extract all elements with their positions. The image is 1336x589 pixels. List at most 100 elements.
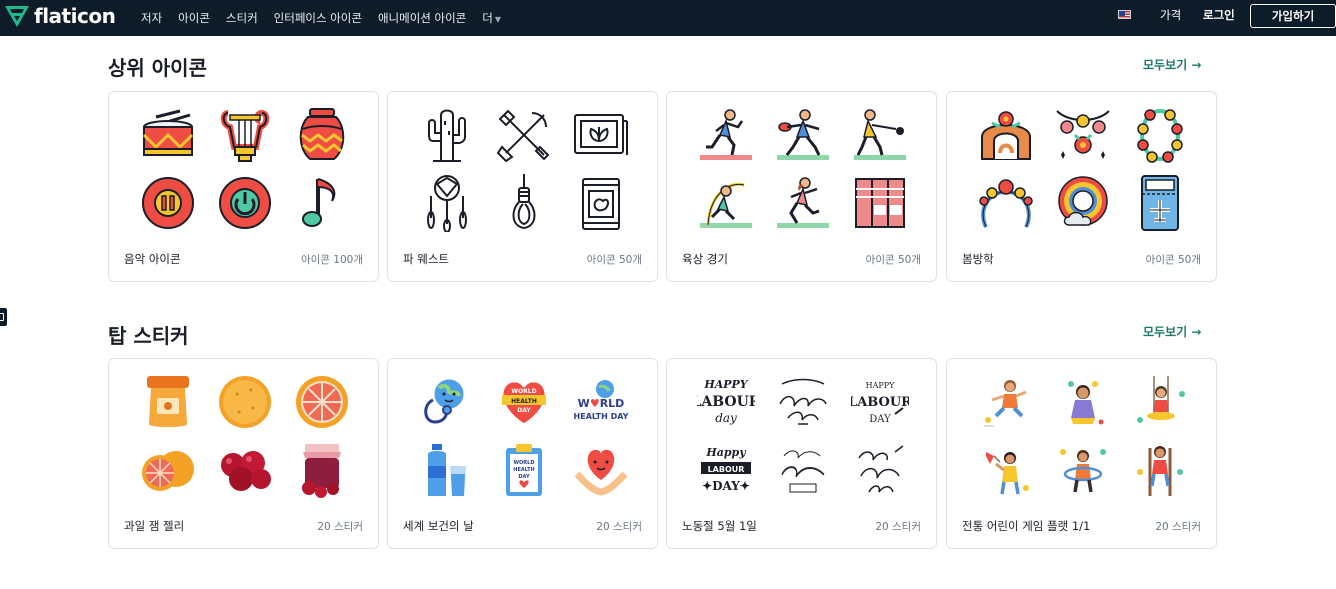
stilts-kid-sticker — [1121, 437, 1198, 503]
us-flag-icon[interactable] — [1118, 10, 1131, 19]
flower-lei-icon — [1121, 100, 1198, 170]
vase-icon — [283, 100, 360, 170]
lettering-happy: HAPPY — [703, 378, 748, 391]
card-title: 전통 어린이 게임 플랫 1/1 — [962, 519, 1091, 533]
earth-stethoscope-sticker — [408, 367, 485, 437]
chevron-down-icon: ▼ — [494, 15, 502, 24]
runner-icon — [687, 100, 764, 170]
top-stickers-title: 탑 스티커 — [108, 324, 189, 348]
discus-thrower-icon — [764, 100, 841, 170]
flower-garland-icon — [1044, 100, 1121, 170]
sticker-pack-card-fruit-jam[interactable]: 과일 잼 젤리 20 스티커 — [108, 358, 379, 549]
feedback-tab[interactable] — [0, 308, 7, 326]
happy-labour-day-4-sticker: Happy LABOUR ✦DAY✦ — [687, 437, 764, 503]
card-title: 과일 잼 젤리 — [124, 519, 185, 533]
svg-text:DAY: DAY — [518, 474, 530, 480]
crossed-shovel-pickaxe-icon — [485, 100, 562, 170]
clipboard-sticker: WORLD HEALTH DAY — [485, 437, 562, 503]
noose-icon — [485, 170, 562, 236]
pole-vaulter-icon — [687, 170, 764, 236]
card-title: 봄방학 — [962, 252, 994, 266]
nav-animated-icons[interactable]: 애니메이션 아이콘 — [378, 10, 466, 26]
world-health-day-text-sticker: W♥RLD HEALTH DAY — [562, 367, 639, 437]
bean-can-icon — [562, 170, 639, 236]
svg-text:LABOUR: LABOUR — [851, 395, 909, 410]
svg-text:HAPPY: HAPPY — [865, 381, 895, 390]
see-all-stickers-link[interactable]: 모두보기 → — [1143, 323, 1201, 340]
happy-labour-day-5-sticker — [764, 437, 841, 503]
lettering-day: day — [715, 411, 737, 425]
svg-text:W♥RLD: W♥RLD — [577, 397, 624, 410]
music-note-icon — [283, 170, 360, 236]
nav-interface-icons[interactable]: 인터페이스 아이콘 — [274, 10, 362, 26]
icon-pack-card-athletics[interactable]: 육상 경기 아이콘 50개 — [666, 91, 937, 282]
framed-plant-icon — [562, 100, 639, 170]
water-bottle-sticker — [408, 437, 485, 503]
lettering-labour: LABOUR — [697, 394, 755, 410]
flower-arch-icon — [967, 100, 1044, 170]
svg-text:HEALTH DAY: HEALTH DAY — [573, 412, 628, 421]
happy-labour-day-3-sticker: HAPPY LABOUR DAY — [841, 367, 918, 437]
icon-pack-card-music[interactable]: 음악 아이콘 아이콘 100개 — [108, 91, 379, 282]
svg-text:HEALTH: HEALTH — [511, 398, 537, 405]
svg-text:WORLD: WORLD — [511, 388, 536, 395]
sticker-pack-card-world-health-day[interactable]: WORLD HEALTH DAY W♥RLD HEALTH DAY WORLD HEAL… — [387, 358, 658, 549]
sprinter-icon — [764, 170, 841, 236]
nav-more[interactable]: 더 ▼ — [482, 10, 501, 26]
flaticon-logo-icon — [5, 6, 29, 27]
nav-authors[interactable]: 저자 — [141, 10, 162, 26]
flaticon-logo[interactable]: flaticon — [4, 4, 116, 28]
svg-text:Happy: Happy — [705, 446, 747, 459]
card-count: 아이콘 50개 — [586, 254, 642, 266]
svg-text:DAY: DAY — [517, 407, 531, 414]
top-icons-title: 상위 아이콘 — [108, 56, 207, 80]
icon-pack-card-far-west[interactable]: 파 웨스트 아이콘 50개 — [387, 91, 658, 282]
marbles-kid-sticker — [1044, 367, 1121, 437]
sticker-pack-card-labour-day[interactable]: HAPPYLABOURday HAPPYLABOURDAY HappyLABOU… — [666, 358, 937, 549]
nav-icons[interactable]: 아이콘 — [178, 10, 210, 26]
drum-icon — [129, 100, 206, 170]
card-title: 파 웨스트 — [403, 252, 449, 266]
nav-stickers[interactable]: 스티커 — [226, 10, 258, 26]
jam-jar-sticker — [129, 367, 206, 437]
power-button-icon — [206, 170, 283, 236]
pause-button-icon — [129, 170, 206, 236]
orange-sticker — [206, 367, 283, 437]
card-count: 아이콘 100개 — [300, 254, 363, 266]
grapefruit-sticker — [129, 437, 206, 503]
main-nav: 저자 아이콘 스티커 인터페이스 아이콘 애니메이션 아이콘 더 ▼ — [141, 0, 517, 36]
signup-button[interactable]: 가입하기 — [1250, 4, 1336, 28]
berry-jar-sticker — [283, 437, 360, 503]
login-link[interactable]: 로그인 — [1203, 7, 1235, 23]
svg-text:HEALTH: HEALTH — [513, 467, 534, 473]
card-count: 20 스티커 — [317, 521, 363, 533]
happy-labour-day-1-sticker: HAPPY LABOURday — [687, 367, 764, 437]
card-title: 육상 경기 — [682, 252, 728, 266]
card-count: 아이콘 50개 — [1145, 254, 1201, 266]
pricing-link[interactable]: 가격 — [1160, 7, 1181, 23]
hopscotch-kid-sticker — [967, 367, 1044, 437]
svg-text:DAY: DAY — [869, 414, 891, 425]
flower-headband-icon — [967, 170, 1044, 236]
svg-text:LABOUR: LABOUR — [707, 465, 744, 474]
icon-pack-card-spring-break[interactable]: 봄방학 아이콘 50개 — [946, 91, 1217, 282]
cactus-icon — [408, 100, 485, 170]
see-all-icons-link[interactable]: 모두보기 → — [1143, 56, 1201, 73]
svg-text:WORLD: WORLD — [513, 460, 534, 466]
nav-more-label: 더 — [482, 11, 493, 25]
card-count: 20 스티커 — [875, 521, 921, 533]
svg-text:✦DAY✦: ✦DAY✦ — [702, 479, 750, 493]
boarding-pass-icon — [1121, 170, 1198, 236]
lyre-icon — [206, 100, 283, 170]
swing-kid-sticker — [1121, 367, 1198, 437]
hoop-kid-sticker — [1044, 437, 1121, 503]
card-title: 세계 보건의 날 — [403, 519, 474, 533]
card-count: 20 스티커 — [1155, 521, 1201, 533]
hammer-thrower-icon — [841, 100, 918, 170]
card-title: 노동절 5월 1일 — [682, 519, 757, 533]
pinwheel-kid-sticker — [967, 437, 1044, 503]
happy-labour-day-2-sticker — [764, 367, 841, 437]
sticker-pack-card-traditional-games[interactable]: 전통 어린이 게임 플랫 1/1 20 스티커 — [946, 358, 1217, 549]
card-count: 아이콘 50개 — [865, 254, 921, 266]
grapefruit-slice-sticker — [283, 367, 360, 437]
